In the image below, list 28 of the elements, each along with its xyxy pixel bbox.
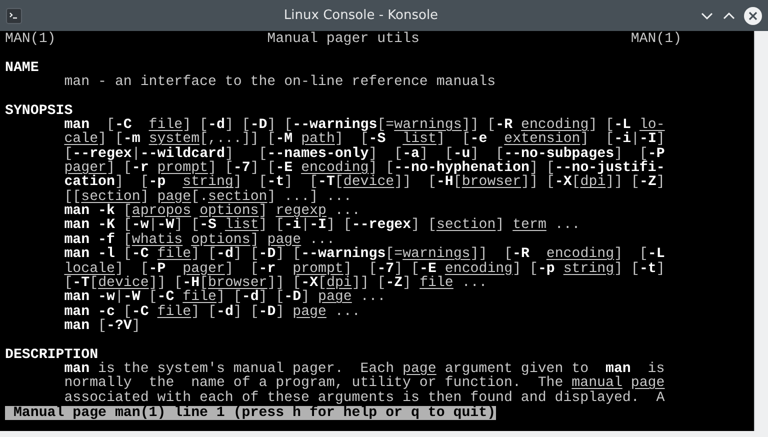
man-header: MAN(1)	[5, 32, 56, 46]
terminal-line: associated with each of these arguments is then found and displayed. A	[64, 390, 665, 405]
terminal-line: man -K [-w|-W] [-S list] [-i|-I] [--regex] [section] term ...	[64, 218, 580, 233]
close-icon[interactable]	[744, 6, 762, 24]
terminal-line: man -f [whatis options] page ...	[64, 232, 335, 248]
terminal-line: [[section] page[.section] ...] ...	[64, 190, 352, 204]
terminal-line: man -w|-W [-C file] [-d] [-D] page ...	[64, 290, 386, 305]
terminal-line: [-T[device]] [-H[browser]] [-X[dpi]] [-Z] file ...	[64, 276, 488, 290]
man-header: MAN(1)	[630, 32, 682, 46]
section-heading: DESCRIPTION	[5, 348, 98, 362]
terminal-line: man -k [apropos options] regexp ...	[64, 204, 360, 218]
window-title: Linux Console - Konsole	[282, 6, 440, 25]
terminal-line: man -l [-C file] [-d] [-D] [--warnings[=warnings]] [-R encoding] [-L	[64, 247, 665, 262]
terminal-line: man [-?V]	[64, 318, 140, 334]
terminal-line: man is the system's manual pager. Each page argument given to man is	[64, 362, 665, 376]
terminal-line: man - an interface to the on-line reference manuals	[64, 75, 496, 90]
terminal-line: man [-C file] [-d] [-D] [--warnings[=warnings]] [-R encoding] [-L lo-	[64, 118, 665, 132]
terminal-line: cation] [-p string] [-t] [-T[device]] [-H[browser]] [-X[dpi]] [-Z]	[64, 175, 665, 190]
man-header: Manual pager utils	[267, 32, 420, 46]
terminal-line: cale] [-m system[,...]] [-M path] [-S list] [-e extension] [-i|-I]	[64, 132, 665, 147]
section-heading: NAME	[5, 60, 39, 76]
terminal-line: pager] [-r prompt] [-7] [-E encoding] [--no-hyphenation] [--no-justifi-	[64, 161, 665, 176]
terminal-line: [--regex|--wildcard] [--names-only] [-a] [-u] [--no-subpages] [-P	[64, 146, 665, 162]
terminal-line: normally the name of a program, utility or function. The manual page	[64, 376, 665, 391]
terminal-line: man -c [-C file] [-d] [-D] page ...	[64, 304, 360, 319]
section-heading: SYNOPSIS	[5, 104, 73, 118]
terminal-line: locale] [-P pager] [-r prompt] [-7] [-E encoding] [-p string] [-t]	[64, 262, 665, 276]
terminal-icon	[6, 8, 22, 24]
